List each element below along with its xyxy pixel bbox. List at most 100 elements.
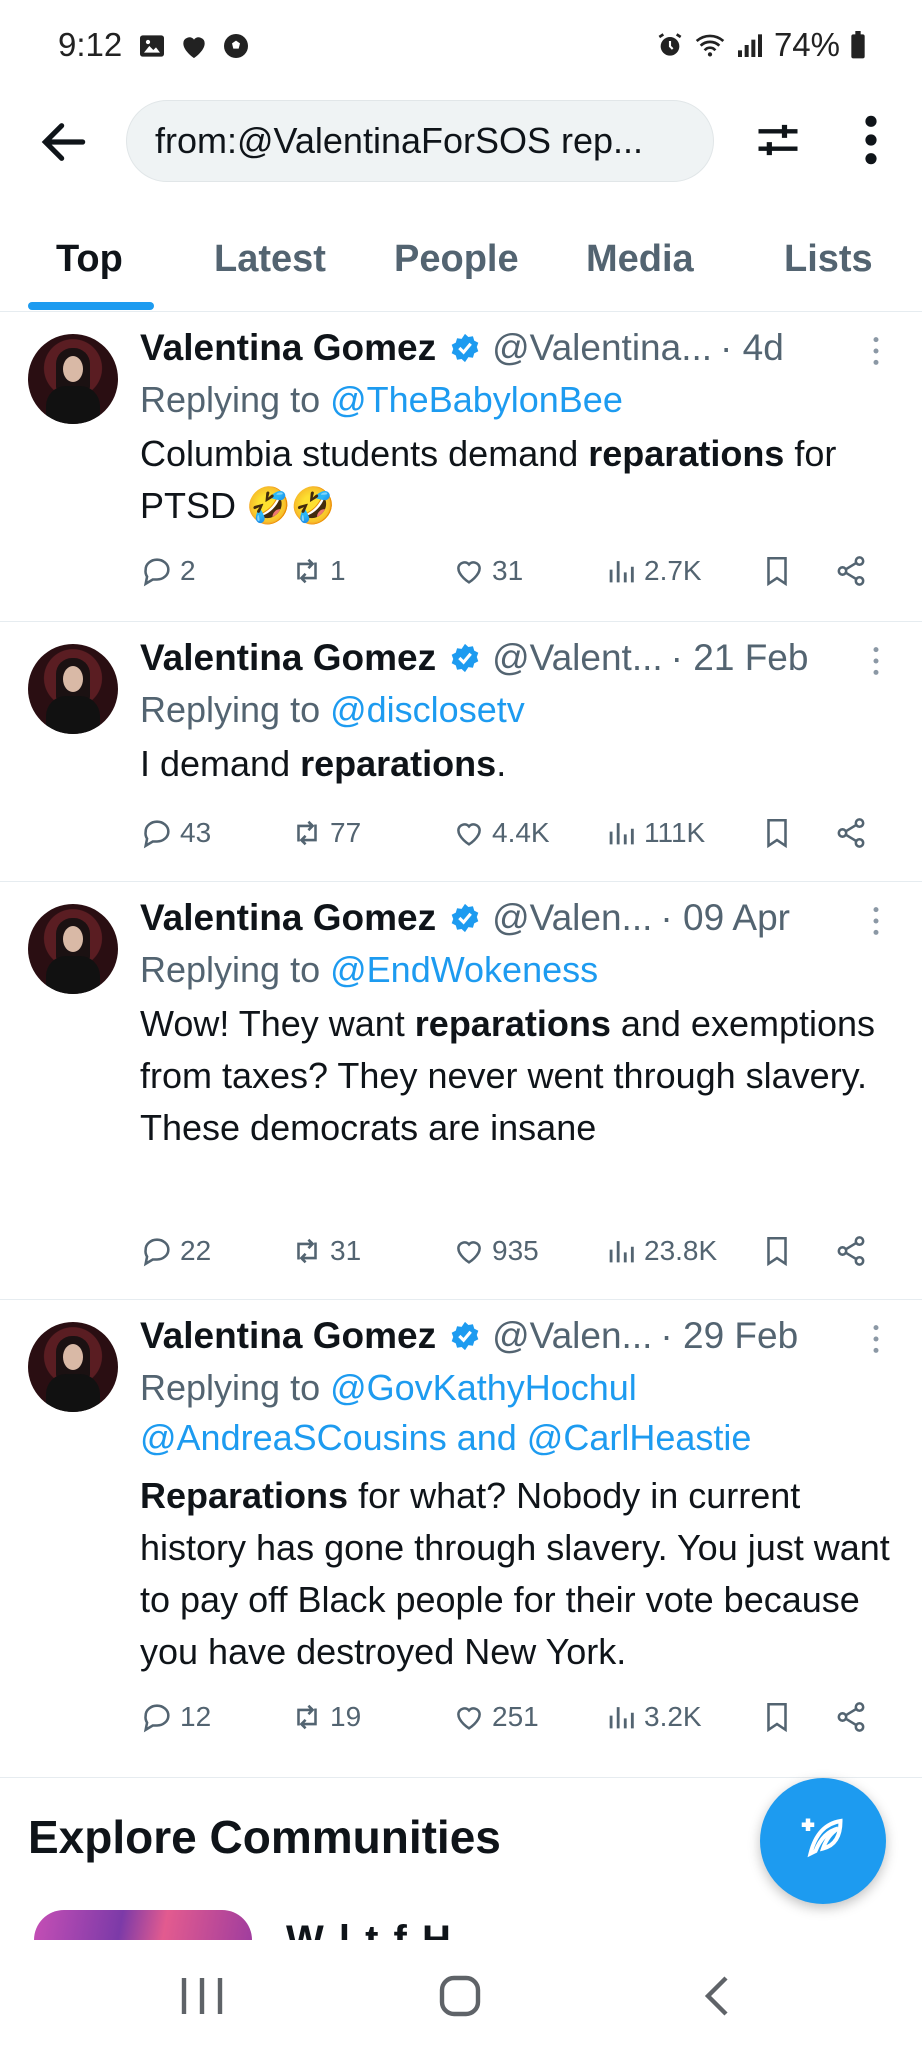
bookmark-button[interactable] <box>760 1700 794 1734</box>
mention-link[interactable]: @disclosetv <box>330 689 525 730</box>
mention-link[interactable]: @EndWokeness <box>330 949 598 990</box>
tweet[interactable]: Valentina Gomez @Valen... · 09 Apr Reply… <box>0 882 922 1300</box>
tweet[interactable]: Valentina Gomez @Valen... · 29 Feb Reply… <box>0 1300 922 1778</box>
share-icon <box>837 1702 865 1732</box>
tweet-more-icon[interactable] <box>868 644 884 678</box>
tweet-header: Valentina Gomez @Valent... · 21 Feb <box>140 634 808 682</box>
mention-link[interactable]: @TheBabylonBee <box>330 379 623 420</box>
more-options-icon[interactable] <box>856 112 886 168</box>
retweet-button[interactable]: 31 <box>290 1234 361 1268</box>
tab-people[interactable]: People <box>394 238 519 281</box>
author-name[interactable]: Valentina Gomez <box>140 327 436 369</box>
bookmark-icon <box>767 556 787 587</box>
views-button[interactable]: 2.7K <box>604 554 702 588</box>
image-icon <box>140 35 164 57</box>
status-bar: 9:12 74% <box>0 0 922 92</box>
tab-latest[interactable]: Latest <box>214 238 326 281</box>
share-button[interactable] <box>834 1234 868 1268</box>
active-tab-indicator <box>28 302 154 310</box>
bookmark-button[interactable] <box>760 554 794 588</box>
tweet-more-icon[interactable] <box>868 334 884 368</box>
avatar[interactable] <box>28 644 118 734</box>
like-button[interactable]: 251 <box>452 1700 539 1734</box>
bookmark-button[interactable] <box>760 816 794 850</box>
author-name[interactable]: Valentina Gomez <box>140 1315 436 1357</box>
tweet-text-part: Wow! They want <box>140 1003 415 1044</box>
views-chart-icon <box>609 561 634 583</box>
views-button[interactable]: 111K <box>604 816 705 850</box>
reply-count: 43 <box>180 817 212 848</box>
tweet[interactable]: Valentina Gomez @Valentina... · 4d Reply… <box>0 312 922 622</box>
verified-badge-icon <box>451 643 479 673</box>
reply-button[interactable]: 2 <box>140 554 196 588</box>
back-arrow-icon[interactable] <box>36 114 92 170</box>
bookmark-button[interactable] <box>760 1234 794 1268</box>
like-button[interactable]: 31 <box>452 554 523 588</box>
search-tabs: Top Latest People Media Lists <box>0 220 922 312</box>
tweet-actions: 2 1 31 2.7K <box>140 554 880 598</box>
tweet-more-icon[interactable] <box>868 1322 884 1356</box>
verified-badge-icon <box>451 333 479 363</box>
like-count: 4.4K <box>492 817 550 848</box>
replying-to: Replying to @TheBabylonBee <box>140 374 623 426</box>
reply-button[interactable]: 22 <box>140 1234 211 1268</box>
like-button[interactable]: 4.4K <box>452 816 550 850</box>
explore-communities-heading: Explore Communities <box>28 1811 501 1863</box>
verified-badge-icon <box>451 1321 479 1351</box>
share-button[interactable] <box>834 554 868 588</box>
compose-post-button[interactable] <box>760 1778 886 1904</box>
filter-icon[interactable] <box>752 114 804 166</box>
tab-top[interactable]: Top <box>56 238 123 281</box>
retweet-button[interactable]: 19 <box>290 1700 361 1734</box>
wifi-icon <box>695 34 725 57</box>
home-icon[interactable] <box>430 1974 490 2018</box>
retweet-icon <box>297 820 317 846</box>
community-banner[interactable] <box>34 1910 252 1940</box>
avatar[interactable] <box>28 904 118 994</box>
avatar[interactable] <box>28 334 118 424</box>
search-input[interactable]: from:@ValentinaForSOS rep... <box>126 100 714 182</box>
mention-link[interactable]: @GovKathyHochul <box>330 1367 637 1408</box>
reply-icon <box>143 820 170 849</box>
share-button[interactable] <box>834 1700 868 1734</box>
search-query: from:@ValentinaForSOS rep... <box>155 120 644 161</box>
author-handle[interactable]: @Valentina... <box>492 327 712 369</box>
tweet[interactable]: Valentina Gomez @Valent... · 21 Feb Repl… <box>0 622 922 882</box>
like-count: 935 <box>492 1235 539 1266</box>
retweet-button[interactable]: 77 <box>290 816 361 850</box>
retweet-count: 19 <box>330 1701 362 1732</box>
reply-button[interactable]: 12 <box>140 1700 211 1734</box>
author-handle[interactable]: @Valent... <box>492 637 663 679</box>
share-icon <box>837 556 865 586</box>
replying-to: Replying to @disclosetv <box>140 684 525 736</box>
tab-media[interactable]: Media <box>586 238 694 281</box>
share-button[interactable] <box>834 816 868 850</box>
bookmark-icon <box>767 818 787 849</box>
replying-to-label: Replying to <box>140 949 331 990</box>
signal-icon <box>737 34 762 57</box>
replying-to: Replying to @GovKathyHochul <box>140 1362 637 1414</box>
community-name[interactable]: W l t f H <box>286 1910 666 1940</box>
bookmark-icon <box>767 1702 787 1733</box>
author-handle[interactable]: @Valen... <box>492 897 652 939</box>
author-name[interactable]: Valentina Gomez <box>140 637 436 679</box>
author-name[interactable]: Valentina Gomez <box>140 897 436 939</box>
view-count: 111K <box>644 817 706 848</box>
retweet-button[interactable]: 1 <box>290 554 346 588</box>
verified-badge-icon <box>451 903 479 933</box>
avatar[interactable] <box>28 1322 118 1412</box>
reply-count: 12 <box>180 1701 212 1732</box>
back-nav-icon[interactable] <box>690 1974 750 2018</box>
views-button[interactable]: 3.2K <box>604 1700 702 1734</box>
tweet-time: · 09 Apr <box>660 897 790 938</box>
mention-link[interactable]: @AndreaSCousins and @CarlHeastie <box>140 1412 751 1464</box>
tab-lists[interactable]: Lists <box>784 238 873 281</box>
recent-apps-icon[interactable] <box>172 1974 232 2018</box>
reply-count: 2 <box>180 555 196 586</box>
reply-button[interactable]: 43 <box>140 816 211 850</box>
views-chart-icon <box>609 823 634 845</box>
author-handle[interactable]: @Valen... <box>492 1315 652 1357</box>
tweet-more-icon[interactable] <box>868 904 884 938</box>
views-button[interactable]: 23.8K <box>604 1234 717 1268</box>
like-button[interactable]: 935 <box>452 1234 539 1268</box>
